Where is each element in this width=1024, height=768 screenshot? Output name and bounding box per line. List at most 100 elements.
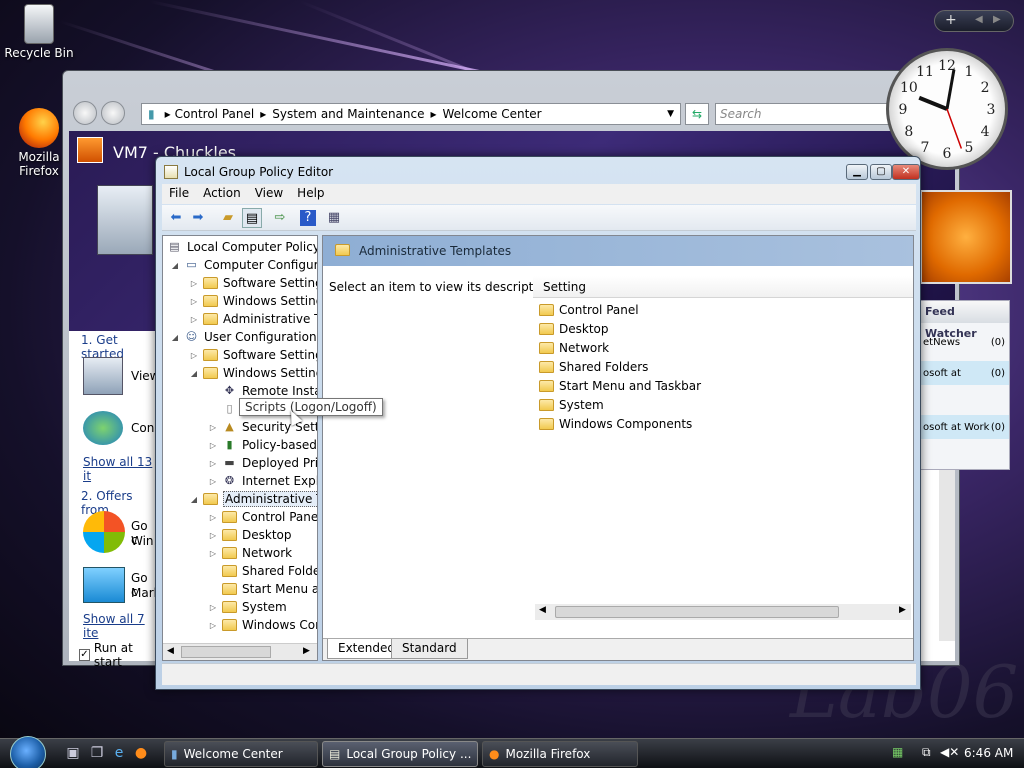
add-gadget-icon[interactable]: + [945, 12, 957, 28]
display-tray-icon[interactable]: ⧉ [922, 745, 931, 760]
scroll-right-icon[interactable]: ▶ [303, 646, 310, 656]
slideshow-gadget[interactable] [920, 190, 1012, 284]
tree-node[interactable]: ▷ Network [208, 544, 292, 562]
expand-icon[interactable]: ▷ [208, 549, 218, 558]
volume-muted-icon[interactable]: ◀✕ [940, 745, 959, 759]
tree-node[interactable]: ▷ ▮ Policy-based [208, 436, 317, 454]
collapse-icon[interactable]: ◢ [189, 369, 199, 378]
task-welcome-center[interactable]: ▮ Welcome Center [164, 741, 318, 767]
switch-windows-icon[interactable]: ❐ [88, 745, 106, 763]
list-item[interactable]: Start Menu and Taskbar [539, 376, 701, 395]
tree-node[interactable]: ▷ Windows Setting [189, 292, 317, 310]
expand-icon[interactable]: ▷ [208, 621, 218, 630]
scroll-left-icon[interactable]: ◀ [539, 605, 546, 615]
back-button[interactable] [73, 101, 97, 125]
tree-node[interactable]: ▷ Control Panel [208, 508, 317, 526]
properties-icon[interactable]: ▦ [324, 208, 344, 228]
menu-help[interactable]: Help [290, 184, 331, 204]
scroll-thumb[interactable] [555, 606, 839, 618]
internet-explorer-icon[interactable]: e [110, 745, 128, 763]
tree-node[interactable]: ◢ ▭ Computer Configura [170, 256, 317, 274]
clock-gadget[interactable]: 12 1 2 3 4 5 6 7 8 9 10 11 [886, 48, 1008, 170]
menu-file[interactable]: File [162, 184, 196, 204]
search-input[interactable]: Search [715, 103, 895, 125]
expand-icon[interactable]: ▷ [189, 351, 199, 360]
tab-standard[interactable]: Standard [391, 639, 468, 659]
refresh-icon[interactable]: ⇆ [685, 103, 709, 125]
list-item[interactable]: Shared Folders [539, 357, 648, 376]
run-at-startup[interactable]: ✓ Run at start [79, 641, 157, 669]
network-tray-icon[interactable]: ▦ [892, 745, 903, 759]
tree-node[interactable]: ▷ ❂ Internet Explo [208, 472, 317, 490]
scroll-right-icon[interactable]: ▶ [899, 605, 906, 615]
horizontal-scrollbar[interactable]: ◀ ▶ [535, 604, 911, 620]
tree-node[interactable]: ▷ Administrative Te [189, 310, 317, 328]
tree-horizontal-scrollbar[interactable]: ◀ ▶ [163, 643, 317, 660]
expand-icon[interactable]: ▷ [189, 315, 199, 324]
expand-icon[interactable]: ▷ [208, 441, 218, 450]
scroll-thumb[interactable] [181, 646, 271, 658]
breadcrumb-control-panel[interactable]: Control Panel [175, 107, 255, 121]
expand-icon[interactable]: ▷ [208, 603, 218, 612]
expand-icon[interactable]: ▷ [189, 297, 199, 306]
forward-button[interactable] [101, 101, 125, 125]
tree-node[interactable]: ▷ Software Settings [189, 274, 317, 292]
firefox-quicklaunch-icon[interactable]: ● [132, 745, 150, 763]
show-all-7-link[interactable]: Show all 7 ite [83, 612, 157, 640]
connect-task[interactable]: Con [131, 421, 154, 435]
tree-node[interactable]: ▷ Software Settings [189, 346, 317, 364]
start-button[interactable] [10, 736, 46, 768]
dropdown-icon[interactable]: ▼ [667, 109, 674, 119]
expand-icon[interactable]: ▷ [208, 459, 218, 468]
list-item[interactable]: Desktop [539, 319, 609, 338]
tree-node[interactable]: ▷ Desktop [208, 526, 292, 544]
export-list-icon[interactable]: ⇨ [270, 208, 290, 228]
prev-icon[interactable]: ◀ [975, 14, 983, 25]
collapse-icon[interactable]: ◢ [170, 333, 180, 342]
feed-item[interactable]: osoft at Work (0) [919, 415, 1009, 439]
show-hide-tree-icon[interactable]: ▤ [242, 208, 262, 228]
collapse-icon[interactable]: ◢ [170, 261, 180, 270]
tree-node[interactable]: ▷ ▬ Deployed Prir [208, 454, 317, 472]
expand-icon[interactable]: ▷ [189, 279, 199, 288]
next-icon[interactable]: ▶ [993, 14, 1001, 25]
list-item[interactable]: Windows Components [539, 414, 692, 433]
feed-item[interactable]: osoft at (0) [919, 361, 1009, 385]
show-all-13-link[interactable]: Show all 13 it [83, 455, 157, 483]
breadcrumb-system-maintenance[interactable]: System and Maintenance [272, 107, 424, 121]
tree-node[interactable]: ▷ System [208, 598, 287, 616]
tree-node[interactable]: ◢ Windows Setting [189, 364, 317, 382]
tree-node[interactable]: ◢ Administrative Te [189, 490, 317, 508]
scroll-left-icon[interactable]: ◀ [167, 646, 174, 656]
list-item[interactable]: System [539, 395, 604, 414]
desktop-icon-recycle-bin[interactable]: Recycle Bin [4, 4, 74, 60]
close-button[interactable]: ✕ [892, 164, 920, 180]
tree-node[interactable]: Shared Folder [208, 562, 317, 580]
maximize-button[interactable]: ▢ [870, 164, 892, 180]
breadcrumb-welcome-center[interactable]: Welcome Center [443, 107, 542, 121]
forward-arrow-icon[interactable]: ➡ [188, 208, 208, 228]
expand-icon[interactable]: ▷ [208, 423, 218, 432]
expand-icon[interactable]: ▷ [208, 477, 218, 486]
tree-node[interactable]: ◢ ☺ User Configuration [170, 328, 317, 346]
column-header-setting[interactable]: Setting [533, 276, 913, 298]
show-desktop-icon[interactable]: ▣ [64, 745, 82, 763]
feed-item[interactable]: etNews (0) [919, 337, 1009, 348]
feed-watcher-gadget[interactable]: Feed Watcher etNews (0) osoft at (0) osoft… [918, 300, 1010, 470]
minimize-button[interactable]: ▁ [846, 164, 868, 180]
menu-view[interactable]: View [248, 184, 290, 204]
offer-win[interactable]: Win [131, 534, 154, 548]
expand-icon[interactable]: ▷ [208, 513, 218, 522]
up-folder-icon[interactable]: ▰ [218, 208, 238, 228]
menu-action[interactable]: Action [196, 184, 248, 204]
collapse-icon[interactable]: ◢ [189, 495, 199, 504]
task-group-policy[interactable]: ▤ Local Group Policy ... [322, 741, 478, 767]
expand-icon[interactable]: ▷ [208, 531, 218, 540]
help-icon[interactable]: ? [300, 210, 316, 226]
tree-node[interactable]: ▤ Local Computer Policy [167, 238, 317, 256]
tree-node[interactable]: Start Menu ar [208, 580, 317, 598]
back-arrow-icon[interactable]: ⬅ [166, 208, 186, 228]
clock-time[interactable]: 6:46 AM [964, 746, 1013, 760]
task-firefox[interactable]: ● Mozilla Firefox [482, 741, 638, 767]
tree-node[interactable]: ▷ Windows Cor [208, 616, 317, 634]
